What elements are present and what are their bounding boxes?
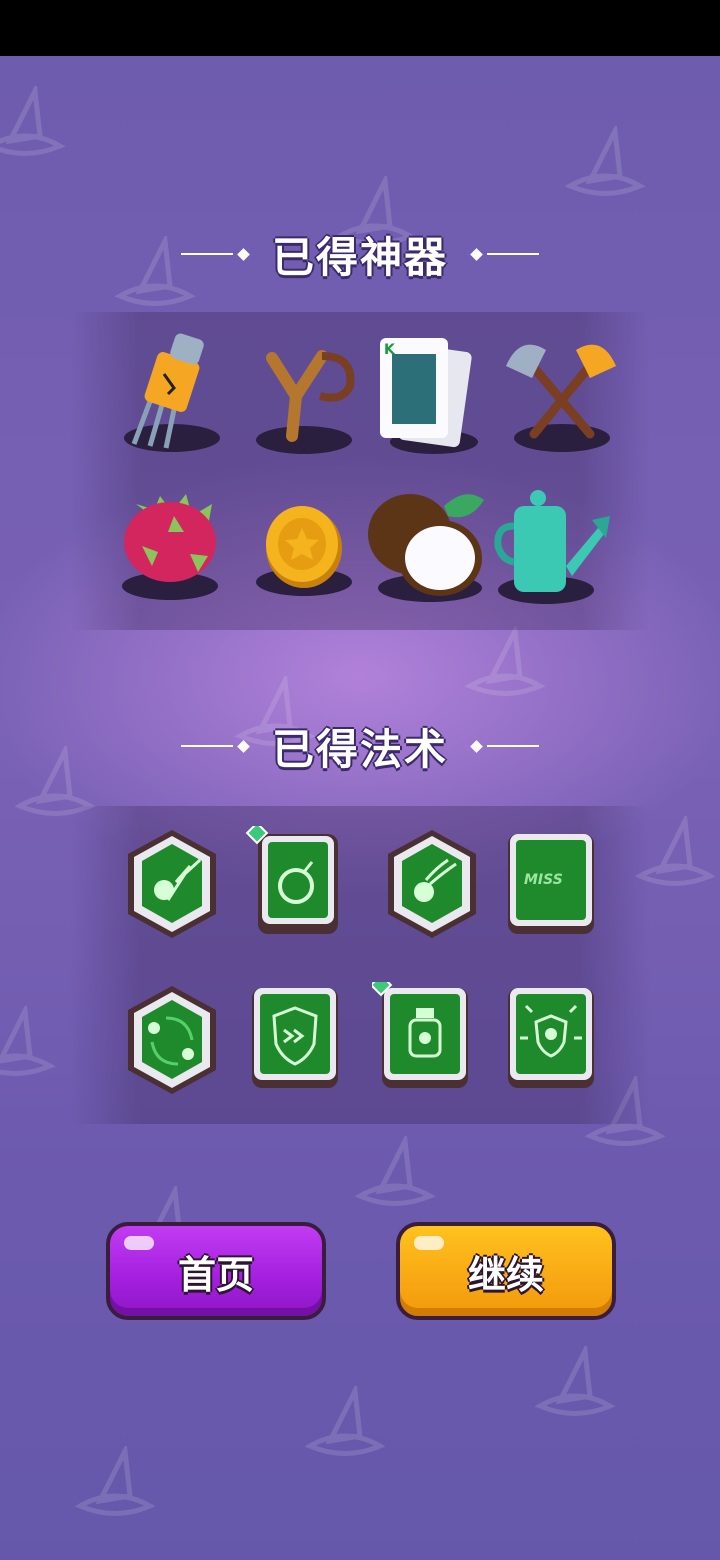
hat-pattern-icon — [354, 1136, 436, 1206]
home-button-label: 首页 — [177, 1252, 254, 1297]
home-button[interactable]: 首页 — [106, 1222, 326, 1320]
artifacts-title: 已得神器 — [271, 232, 448, 282]
button-shine — [124, 1236, 154, 1250]
status-bar — [0, 0, 720, 56]
hat-pattern-icon — [304, 1386, 386, 1456]
hat-pattern-icon — [564, 126, 646, 196]
title-diamond-left — [237, 247, 250, 261]
skull-bounce-spell-icon[interactable] — [112, 826, 232, 956]
hat-pattern-icon — [464, 626, 546, 696]
hat-pattern-icon — [0, 1006, 56, 1076]
poison-bottle-spell-icon[interactable] — [372, 982, 492, 1112]
hat-pattern-icon — [74, 1446, 156, 1516]
title-line-right — [487, 745, 539, 747]
gold-coin-icon[interactable] — [242, 476, 362, 606]
fork-icon[interactable] — [112, 326, 232, 456]
crossed-axes-icon[interactable] — [502, 326, 622, 456]
button-shine — [414, 1236, 444, 1250]
svg-text:K: K — [384, 342, 396, 358]
title-line-left — [180, 253, 233, 255]
artifacts-title-row: 已得神器 — [0, 224, 720, 284]
dragon-fruit-icon[interactable] — [112, 476, 232, 606]
bomb-spell-icon[interactable] — [242, 826, 362, 956]
coconut-icon[interactable] — [366, 476, 486, 606]
slingshot-icon[interactable] — [242, 326, 362, 456]
title-diamond-right — [470, 247, 483, 261]
comet-spell-icon[interactable] — [372, 826, 492, 956]
title-line-right — [487, 253, 539, 255]
watering-can-icon[interactable] — [492, 476, 612, 606]
skull-shield-spell-icon[interactable] — [502, 982, 622, 1112]
hat-pattern-icon — [534, 1346, 616, 1416]
title-line-left — [180, 745, 233, 747]
spells-panel: MISS — [70, 806, 650, 1124]
shield-speed-spell-icon[interactable] — [242, 982, 362, 1112]
spells-title: 已得法术 — [271, 724, 448, 774]
miss-text: MISS — [524, 872, 563, 888]
playing-card-icon[interactable]: K — [372, 326, 492, 456]
orbit-spell-icon[interactable] — [112, 982, 232, 1112]
title-diamond-right — [470, 739, 483, 753]
artifacts-panel: K — [70, 312, 650, 630]
title-diamond-left — [237, 739, 250, 753]
continue-button-label: 继续 — [467, 1252, 544, 1297]
spells-title-row: 已得法术 — [0, 716, 720, 776]
hat-pattern-icon — [0, 86, 66, 156]
continue-button[interactable]: 继续 — [396, 1222, 616, 1320]
miss-spell-icon[interactable]: MISS — [502, 826, 622, 956]
